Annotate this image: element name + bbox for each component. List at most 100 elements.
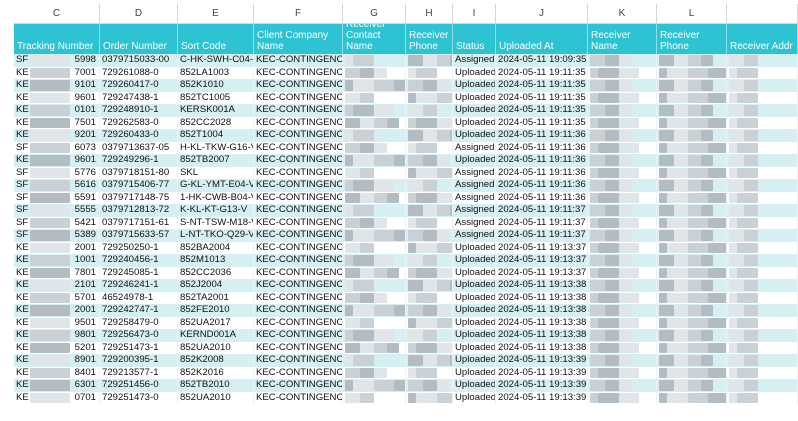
status-cell[interactable]: Uploaded xyxy=(453,391,496,404)
uploaded-at-cell[interactable]: 2024-05-11 19:11:36 xyxy=(496,166,588,179)
order-number-cell[interactable]: 729245085-1 xyxy=(100,266,178,279)
table-row[interactable]: KE 8901 729200395-1 852K2008 KEC-CONTINGENCY… xyxy=(14,354,798,367)
receiver-address-cell[interactable] xyxy=(727,104,798,117)
sort-code-cell[interactable]: 852FE2010 xyxy=(178,304,254,317)
receiver-phone-cell[interactable] xyxy=(657,141,727,154)
receiver-address-cell[interactable] xyxy=(727,279,798,292)
table-row[interactable]: KE 2101 729246241-1 852J2004 KEC-CONTINGENCY… xyxy=(14,279,798,292)
order-number-cell[interactable]: 0379718151-80 xyxy=(100,166,178,179)
status-cell[interactable]: Uploaded xyxy=(453,104,496,117)
order-number-cell[interactable]: 46524978-1 xyxy=(100,291,178,304)
order-number-cell[interactable]: 729240456-1 xyxy=(100,254,178,267)
receiver-address-cell[interactable] xyxy=(727,229,798,242)
tracking-number-cell[interactable]: KE 9601 xyxy=(14,91,100,104)
receiver-name-cell[interactable] xyxy=(588,91,657,104)
order-number-cell[interactable]: 729242747-1 xyxy=(100,304,178,317)
receiver-name-cell[interactable] xyxy=(588,279,657,292)
table-row[interactable]: KE 8401 729213577-1 852K2016 KEC-CONTINGENCY… xyxy=(14,366,798,379)
receiver-contact-cell[interactable] xyxy=(343,166,406,179)
column-header[interactable]: Status xyxy=(453,24,496,54)
receiver-contact-cell[interactable] xyxy=(343,204,406,217)
tracking-number-cell[interactable]: KE 5701 xyxy=(14,291,100,304)
receiver-name-cell[interactable] xyxy=(588,191,657,204)
status-cell[interactable]: Assigned xyxy=(453,54,496,67)
status-cell[interactable]: Uploaded xyxy=(453,66,496,79)
status-cell[interactable]: Uploaded xyxy=(453,354,496,367)
status-cell[interactable]: Uploaded xyxy=(453,254,496,267)
tracking-number-cell[interactable]: SF 5998 xyxy=(14,54,100,67)
order-number-cell[interactable]: 729251473-0 xyxy=(100,391,178,404)
receiver-address-cell[interactable] xyxy=(727,179,798,192)
client-company-cell[interactable]: KEC-CONTINGENCY xyxy=(254,266,343,279)
receiver-phone-cell[interactable] xyxy=(406,266,453,279)
client-company-cell[interactable]: KEC-CONTINGENCY xyxy=(254,141,343,154)
uploaded-at-cell[interactable]: 2024-05-11 19:13:38 xyxy=(496,341,588,354)
status-cell[interactable]: Uploaded xyxy=(453,379,496,392)
receiver-address-cell[interactable] xyxy=(727,341,798,354)
receiver-address-cell[interactable] xyxy=(727,91,798,104)
order-number-cell[interactable]: 0379715633-57 xyxy=(100,229,178,242)
receiver-contact-cell[interactable] xyxy=(343,66,406,79)
receiver-phone-cell[interactable] xyxy=(406,379,453,392)
receiver-address-cell[interactable] xyxy=(727,254,798,267)
status-cell[interactable]: Uploaded xyxy=(453,279,496,292)
sort-code-cell[interactable]: 852CC2028 xyxy=(178,116,254,129)
client-company-cell[interactable]: KEC-CONTINGENCY xyxy=(254,291,343,304)
table-row[interactable]: SF 5776 0379718151-80 SKL KEC-CONTINGENCY Ass… xyxy=(14,166,798,179)
receiver-phone-cell[interactable] xyxy=(406,204,453,217)
receiver-name-cell[interactable] xyxy=(588,216,657,229)
status-cell[interactable]: Uploaded xyxy=(453,316,496,329)
sort-code-cell[interactable]: 852UA2010 xyxy=(178,341,254,354)
order-number-cell[interactable]: 0379713637-05 xyxy=(100,141,178,154)
column-header[interactable]: Uploaded At xyxy=(496,24,588,54)
order-number-cell[interactable]: 729250250-1 xyxy=(100,241,178,254)
receiver-name-cell[interactable] xyxy=(588,254,657,267)
client-company-cell[interactable]: KEC-CONTINGENCY xyxy=(254,166,343,179)
tracking-number-cell[interactable]: KE 0101 xyxy=(14,104,100,117)
receiver-contact-cell[interactable] xyxy=(343,304,406,317)
column-header[interactable]: Order Number xyxy=(100,24,178,54)
order-number-cell[interactable]: 0379712813-72 xyxy=(100,204,178,217)
receiver-phone-cell[interactable] xyxy=(657,191,727,204)
order-number-cell[interactable]: 729247438-1 xyxy=(100,91,178,104)
sort-code-cell[interactable]: 852T1004 xyxy=(178,129,254,142)
receiver-phone-cell[interactable] xyxy=(406,129,453,142)
receiver-contact-cell[interactable] xyxy=(343,54,406,67)
receiver-address-cell[interactable] xyxy=(727,116,798,129)
receiver-contact-cell[interactable] xyxy=(343,91,406,104)
column-header[interactable]: Receiver Contact Name xyxy=(343,24,406,54)
client-company-cell[interactable]: KEC-CONTINGENCY xyxy=(254,54,343,67)
tracking-number-cell[interactable]: KE 7801 xyxy=(14,266,100,279)
tracking-number-cell[interactable]: KE 2101 xyxy=(14,279,100,292)
receiver-phone-cell[interactable] xyxy=(406,66,453,79)
receiver-address-cell[interactable] xyxy=(727,191,798,204)
receiver-phone-cell[interactable] xyxy=(657,316,727,329)
column-letter[interactable]: F xyxy=(254,4,343,23)
client-company-cell[interactable]: KEC-CONTINGENCY xyxy=(254,191,343,204)
column-letter[interactable]: E xyxy=(178,4,254,23)
table-row[interactable]: KE 9101 729260417-0 852K1010 KEC-CONTINGENCY… xyxy=(14,79,798,92)
tracking-number-cell[interactable]: KE 2001 xyxy=(14,304,100,317)
client-company-cell[interactable]: KEC-CONTINGENCY xyxy=(254,329,343,342)
sort-code-cell[interactable]: KERND001A xyxy=(178,329,254,342)
receiver-phone-cell[interactable] xyxy=(657,104,727,117)
sort-code-cell[interactable]: 852TB2007 xyxy=(178,154,254,167)
order-number-cell[interactable]: 729258479-0 xyxy=(100,316,178,329)
status-cell[interactable]: Uploaded xyxy=(453,154,496,167)
status-cell[interactable]: Assigned xyxy=(453,179,496,192)
receiver-contact-cell[interactable] xyxy=(343,79,406,92)
tracking-number-cell[interactable]: KE 7001 xyxy=(14,66,100,79)
client-company-cell[interactable]: KEC-CONTINGENCY xyxy=(254,254,343,267)
receiver-phone-cell[interactable] xyxy=(657,129,727,142)
table-row[interactable]: SF 5421 0379717151-61 S-NT-TSW-M18-V KEC-CON… xyxy=(14,216,798,229)
uploaded-at-cell[interactable]: 2024-05-11 19:13:39 xyxy=(496,379,588,392)
tracking-number-cell[interactable]: SF 5421 xyxy=(14,216,100,229)
receiver-address-cell[interactable] xyxy=(727,54,798,67)
receiver-phone-cell[interactable] xyxy=(406,341,453,354)
receiver-contact-cell[interactable] xyxy=(343,191,406,204)
receiver-phone-cell[interactable] xyxy=(657,154,727,167)
sort-code-cell[interactable]: S-NT-TSW-M18-V xyxy=(178,216,254,229)
uploaded-at-cell[interactable]: 2024-05-11 19:11:36 xyxy=(496,191,588,204)
receiver-name-cell[interactable] xyxy=(588,116,657,129)
tracking-number-cell[interactable]: KE 9201 xyxy=(14,129,100,142)
